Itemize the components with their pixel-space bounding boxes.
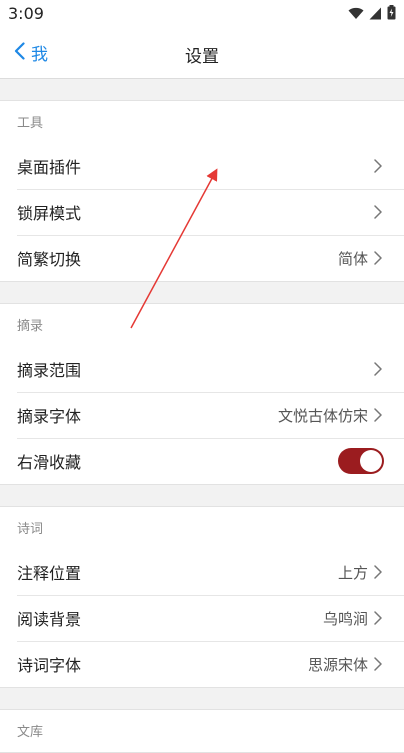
row-desktop-widget[interactable]: 桌面插件 <box>0 143 404 189</box>
toggle-knob <box>360 450 382 472</box>
header: 我 设置 <box>0 28 404 79</box>
page-title: 设置 <box>185 47 219 67</box>
section-gap <box>0 485 404 506</box>
section-title-poetry: 诗词 <box>17 522 44 537</box>
row-label: 摘录范围 <box>17 361 82 380</box>
row-poetry-font[interactable]: 诗词字体 思源宋体 <box>0 641 404 687</box>
status-bar: 3:09 <box>0 0 404 28</box>
row-value: 思源宋体 <box>307 655 368 674</box>
section-excerpt: 摘录 摘录范围 摘录字体 文悦古体仿宋 右滑收藏 <box>0 303 404 485</box>
row-label: 诗词字体 <box>17 656 82 675</box>
settings-list: 工具 桌面插件 锁屏模式 简繁切换 简体 摘录 摘录范围 摘录字体 文悦古体仿宋 <box>0 79 404 753</box>
signal-icon <box>369 5 382 24</box>
row-value: 文悦古体仿宋 <box>277 406 368 425</box>
section-poetry: 诗词 注释位置 上方 阅读背景 乌鸣涧 诗词字体 思源宋体 <box>0 506 404 688</box>
chevron-right-icon <box>374 205 382 219</box>
section-title-library: 文库 <box>17 725 44 740</box>
section-title-excerpt: 摘录 <box>17 319 44 334</box>
section-library: 文库 <box>0 709 404 753</box>
row-label: 右滑收藏 <box>17 453 82 472</box>
row-label: 注释位置 <box>17 564 82 583</box>
section-gap <box>0 79 404 100</box>
row-swipe-right-favorite: 右滑收藏 <box>0 438 404 484</box>
swipe-favorite-toggle[interactable] <box>338 448 384 474</box>
row-annotation-position[interactable]: 注释位置 上方 <box>0 549 404 595</box>
battery-icon <box>387 4 396 24</box>
row-label: 简繁切换 <box>17 250 82 269</box>
chevron-right-icon <box>374 408 382 422</box>
status-icons <box>348 4 396 24</box>
row-value: 简体 <box>337 249 368 268</box>
chevron-right-icon <box>374 657 382 671</box>
chevron-right-icon <box>374 159 382 173</box>
row-label: 阅读背景 <box>17 610 82 629</box>
wifi-icon <box>348 5 364 24</box>
chevron-right-icon <box>374 565 382 579</box>
section-gap <box>0 282 404 303</box>
section-title-tools: 工具 <box>17 116 44 131</box>
chevron-right-icon <box>374 251 382 265</box>
row-label: 锁屏模式 <box>17 204 82 223</box>
row-value: 上方 <box>337 563 368 582</box>
row-value: 乌鸣涧 <box>322 609 368 628</box>
row-reading-background[interactable]: 阅读背景 乌鸣涧 <box>0 595 404 641</box>
row-label: 摘录字体 <box>17 407 82 426</box>
chevron-right-icon <box>374 362 382 376</box>
chevron-right-icon <box>374 611 382 625</box>
section-gap <box>0 688 404 709</box>
row-lock-screen-mode[interactable]: 锁屏模式 <box>0 189 404 235</box>
row-excerpt-font[interactable]: 摘录字体 文悦古体仿宋 <box>0 392 404 438</box>
row-label: 桌面插件 <box>17 158 82 177</box>
row-simplified-traditional[interactable]: 简繁切换 简体 <box>0 235 404 281</box>
section-tools: 工具 桌面插件 锁屏模式 简繁切换 简体 <box>0 100 404 282</box>
row-excerpt-range[interactable]: 摘录范围 <box>0 346 404 392</box>
status-time: 3:09 <box>8 4 44 23</box>
